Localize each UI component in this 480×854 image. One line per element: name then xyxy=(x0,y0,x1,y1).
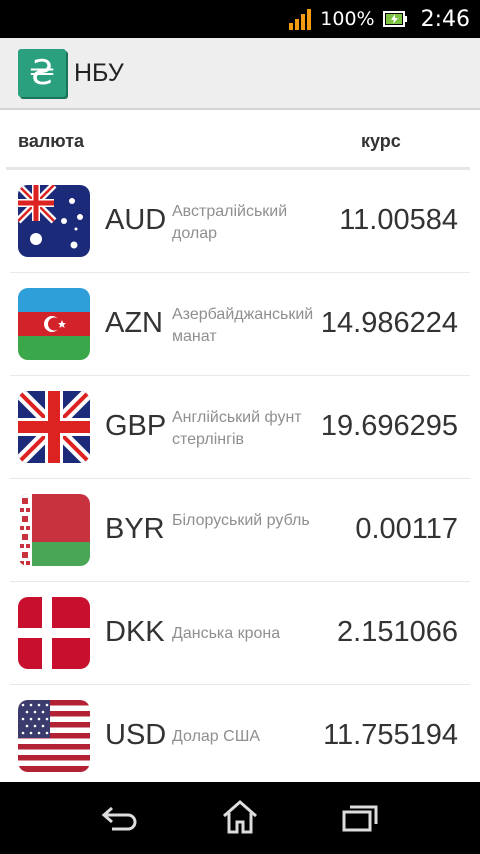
currency-rate: 0.00117 xyxy=(355,513,458,545)
currency-code: GBP xyxy=(105,410,167,442)
back-icon[interactable] xyxy=(100,804,140,834)
recent-apps-icon[interactable] xyxy=(340,802,380,834)
currency-code: USD xyxy=(105,719,167,751)
list-item[interactable]: USD Долар США 11.755194 xyxy=(0,685,480,788)
currency-name: Білоруський рубль xyxy=(172,512,310,529)
belarus-flag-icon xyxy=(18,494,90,566)
hryvnia-glyph: ₴ xyxy=(28,53,56,93)
currency-code: DKK xyxy=(105,616,165,648)
currency-name: Данська крона xyxy=(172,625,281,642)
currency-code: AZN xyxy=(105,307,163,339)
rate-column-label: курс xyxy=(361,131,401,151)
currency-code: AUD xyxy=(105,204,167,236)
denmark-flag-icon xyxy=(18,597,90,669)
list-item[interactable]: GBP Англійський фунт стерлінгів 19.69629… xyxy=(0,376,480,479)
column-header: валюта курс xyxy=(0,110,480,170)
hryvnia-icon[interactable]: ₴ xyxy=(18,49,66,97)
currency-code: BYR xyxy=(105,513,165,545)
currency-rate: 11.755194 xyxy=(323,719,458,751)
signal-bars-icon xyxy=(289,9,312,30)
battery-percent: 100% xyxy=(320,8,375,30)
uk-flag-icon xyxy=(18,391,90,463)
currency-name: Англійський фунт стерлінгів xyxy=(172,409,302,448)
list-item[interactable]: DKK Данська крона 2.151066 xyxy=(0,582,480,685)
currency-name: Азербайджанський манат xyxy=(172,306,314,345)
app-bar: ₴ НБУ xyxy=(0,38,480,110)
rates-list: AUD Австралійський долар 11.00584 AZN Аз… xyxy=(0,170,480,788)
home-icon[interactable] xyxy=(220,799,260,835)
currency-rate: 14.986224 xyxy=(320,307,458,339)
australia-flag-icon xyxy=(18,185,90,257)
currency-name: Долар США xyxy=(172,728,261,745)
list-item[interactable]: AUD Австралійський долар 11.00584 xyxy=(0,170,480,273)
navigation-bar xyxy=(0,782,480,854)
currency-rate: 2.151066 xyxy=(337,616,458,648)
battery-charging-icon xyxy=(382,11,407,27)
clock: 2:46 xyxy=(420,6,470,32)
list-item[interactable]: BYR Білоруський рубль 0.00117 xyxy=(0,479,480,582)
currency-rate: 11.00584 xyxy=(339,204,458,236)
usa-flag-icon xyxy=(18,700,90,772)
currency-rate: 19.696295 xyxy=(320,410,458,442)
list-item[interactable]: AZN Азербайджанський манат 14.986224 xyxy=(0,273,480,376)
status-bar: 100% 2:46 xyxy=(0,0,480,38)
app-title: НБУ xyxy=(74,58,124,87)
currency-name: Австралійський долар xyxy=(172,203,288,242)
azerbaijan-flag-icon xyxy=(18,288,90,360)
currency-column-label: валюта xyxy=(18,131,85,151)
